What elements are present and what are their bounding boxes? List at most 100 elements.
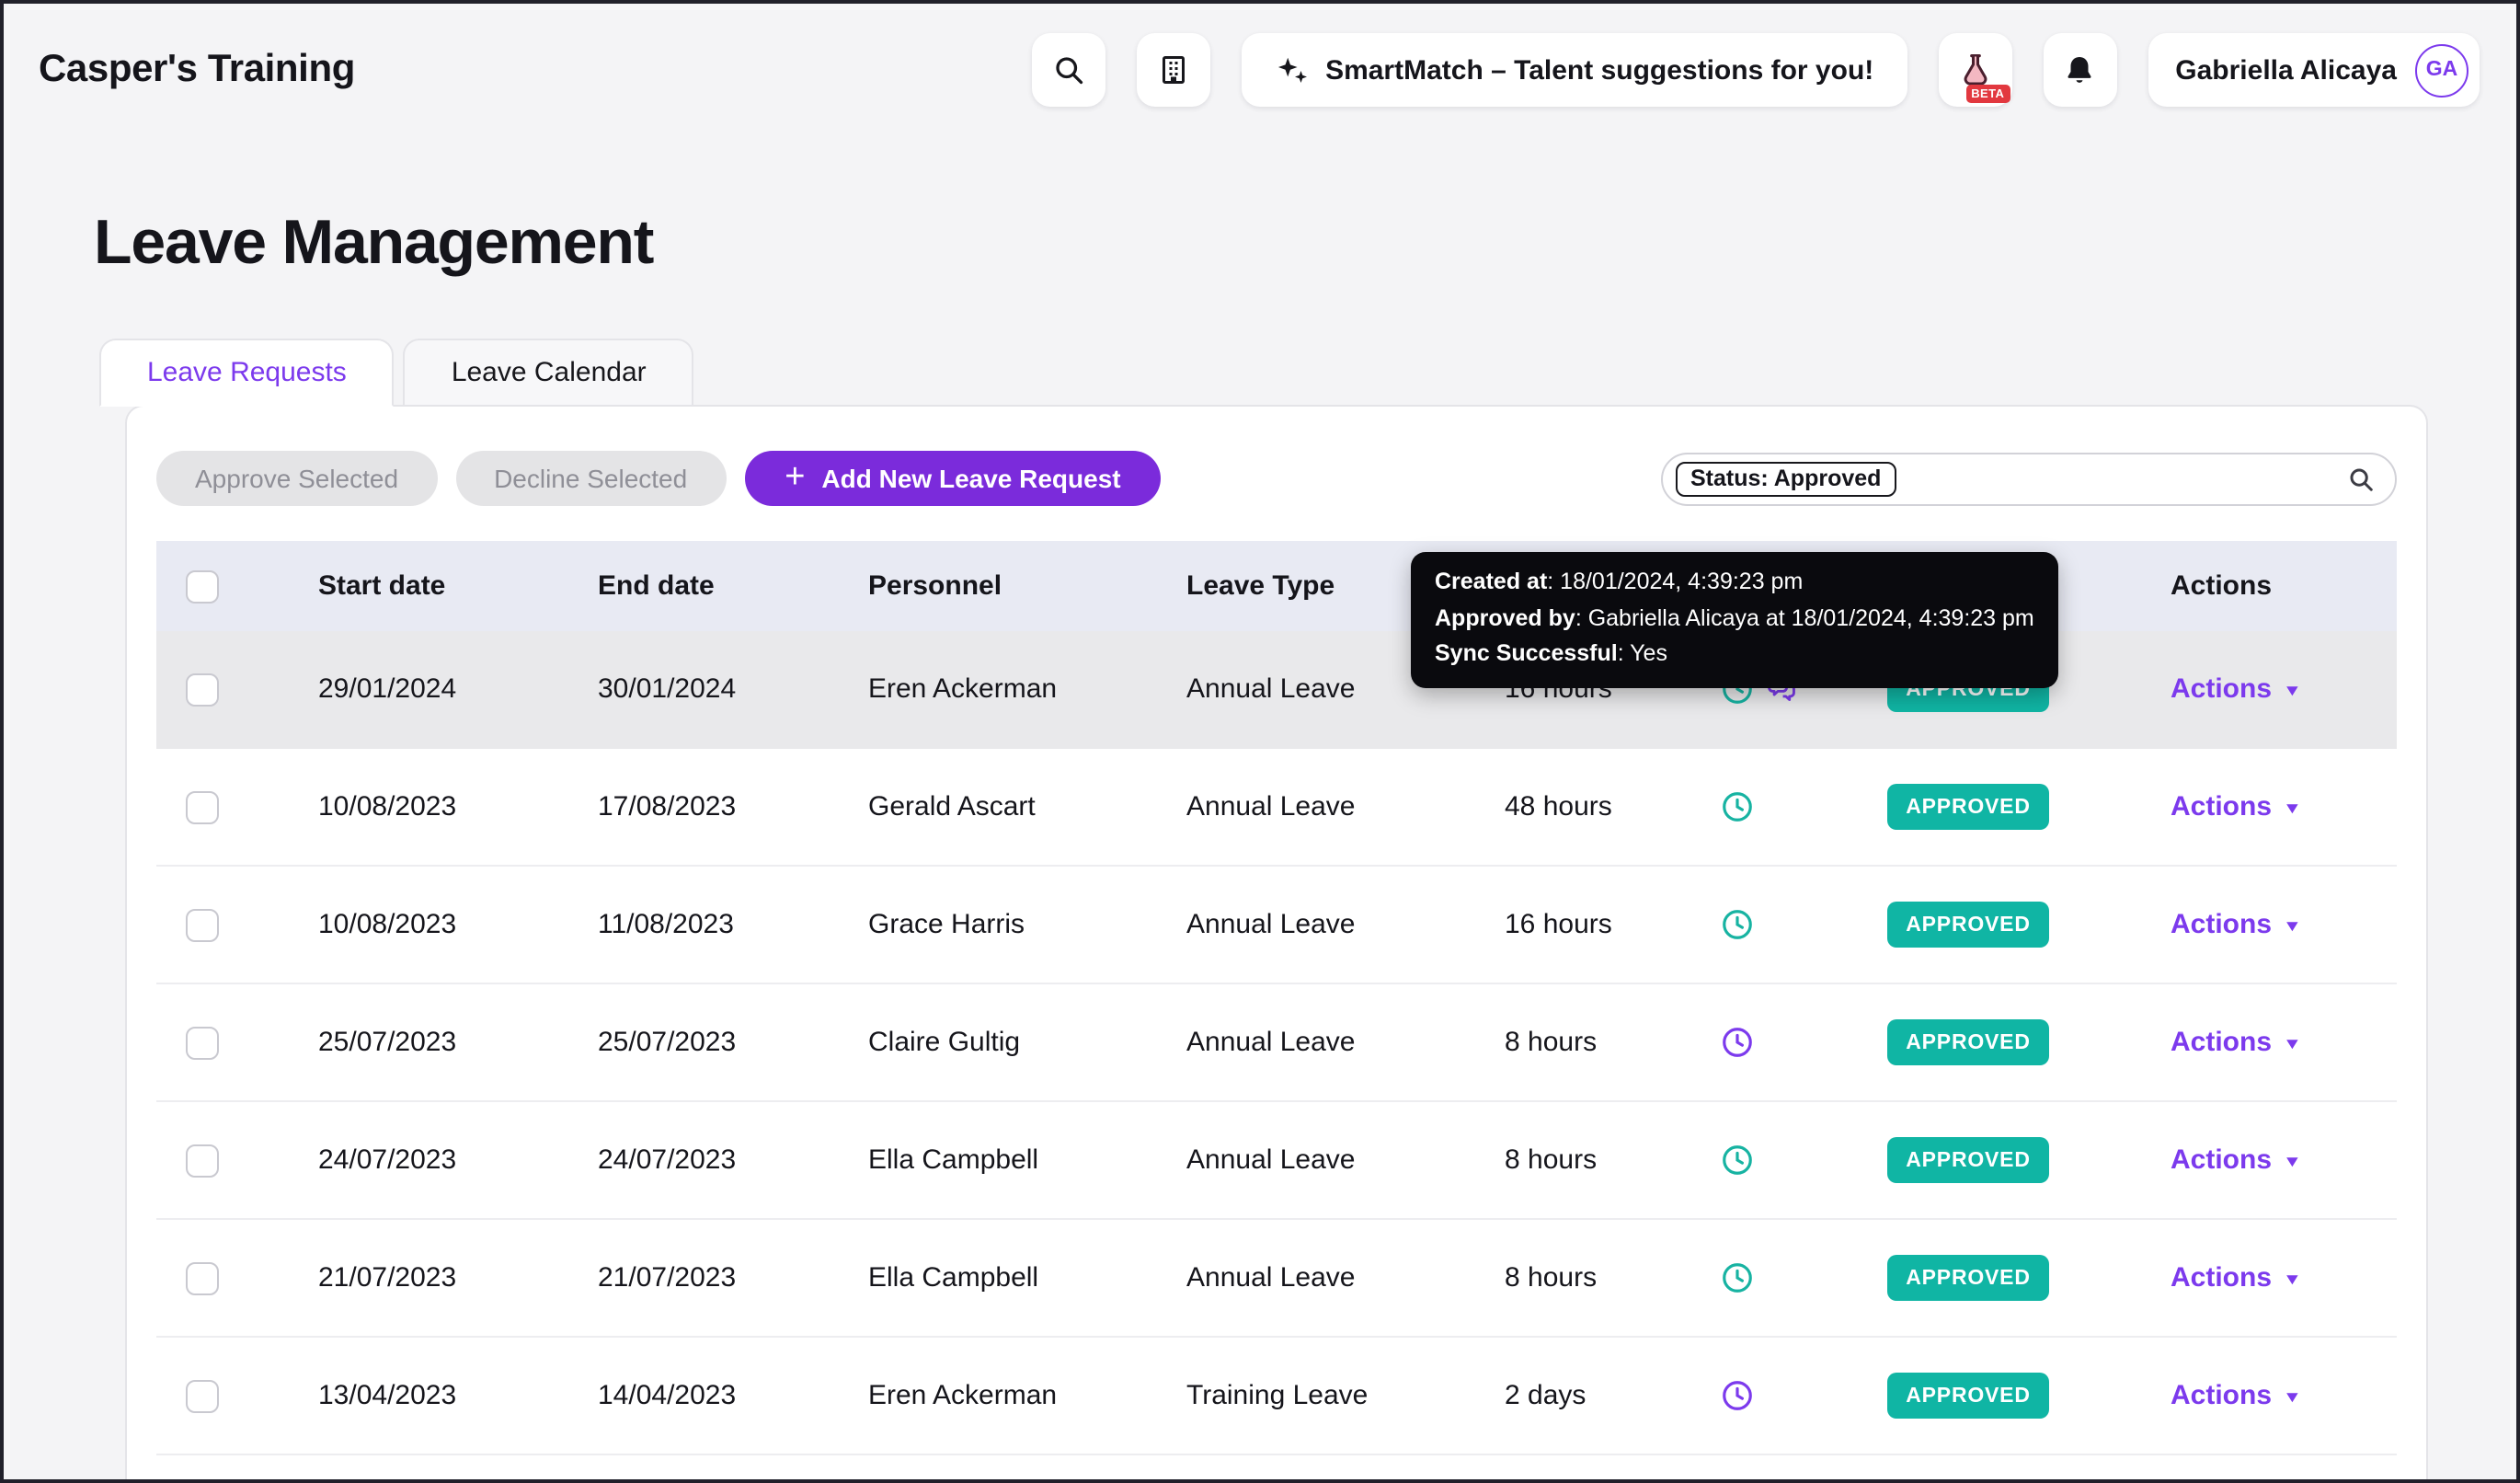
actions-menu-button[interactable]: Actions▼ xyxy=(2171,1027,2300,1058)
tab-bar: Leave Requests Leave Calendar xyxy=(99,339,2516,407)
table-row[interactable]: 10/08/2023 11/08/2023 Grace Harris Annua… xyxy=(156,867,2397,984)
tooltip-approved-label: Approved by xyxy=(1435,604,1575,630)
col-personnel-header: Personnel xyxy=(868,570,1186,602)
beta-badge: BETA xyxy=(1965,85,2010,103)
sync-clock-icon[interactable] xyxy=(1720,789,1755,824)
row-checkbox[interactable] xyxy=(186,1026,219,1059)
approve-selected-button[interactable]: Approve Selected xyxy=(156,451,437,506)
tab-leave-requests[interactable]: Leave Requests xyxy=(99,339,395,407)
status-badge: APPROVED xyxy=(1887,1137,2049,1183)
col-actions-header: Actions xyxy=(2171,570,2397,602)
cell-end-date: 11/08/2023 xyxy=(598,909,868,940)
status-filter-chip[interactable]: Status: Approved xyxy=(1676,461,1896,496)
actions-menu-button[interactable]: Actions▼ xyxy=(2171,1380,2300,1411)
cell-duration: 8 hours xyxy=(1505,1027,1698,1058)
flask-icon xyxy=(1956,52,1993,88)
page-title: Leave Management xyxy=(94,206,2516,280)
add-leave-request-label: Add New Leave Request xyxy=(821,464,1120,493)
cell-duration: 8 hours xyxy=(1505,1144,1698,1176)
cell-leave-type: Annual Leave xyxy=(1186,1262,1505,1293)
main-content: Leave Management Leave Requests Leave Ca… xyxy=(4,206,2516,1483)
chevron-down-icon: ▼ xyxy=(2283,799,2302,817)
cell-start-date: 24/07/2023 xyxy=(318,1144,598,1176)
cell-leave-type: Annual Leave xyxy=(1186,1144,1505,1176)
actions-menu-button[interactable]: Actions▼ xyxy=(2171,909,2300,940)
table-row[interactable]: 21/07/2023 21/07/2023 Ella Campbell Annu… xyxy=(156,1220,2397,1338)
cell-start-date: 25/07/2023 xyxy=(318,1027,598,1058)
sync-clock-icon[interactable] xyxy=(1720,907,1755,942)
cell-start-date: 29/01/2024 xyxy=(318,673,598,705)
cell-personnel: Claire Gultig xyxy=(868,1027,1186,1058)
tooltip-created-value: : 18/01/2024, 4:39:23 pm xyxy=(1547,569,1803,594)
actions-menu-button[interactable]: Actions▼ xyxy=(2171,791,2300,822)
actions-menu-button[interactable]: Actions▼ xyxy=(2171,1262,2300,1293)
sync-clock-icon[interactable] xyxy=(1720,1260,1755,1295)
chevron-down-icon: ▼ xyxy=(2283,1387,2302,1406)
table-row[interactable]: 10/08/2023 17/08/2023 Gerald Ascart Annu… xyxy=(156,749,2397,867)
avatar: GA xyxy=(2415,43,2468,97)
tooltip-sync-label: Sync Successful xyxy=(1435,640,1618,666)
actions-menu-button[interactable]: Actions▼ xyxy=(2171,673,2300,705)
search-button[interactable] xyxy=(1031,33,1105,107)
cell-end-date: 21/07/2023 xyxy=(598,1262,868,1293)
sync-clock-icon[interactable] xyxy=(1720,1143,1755,1178)
status-badge: APPROVED xyxy=(1887,902,2049,948)
tab-leave-calendar[interactable]: Leave Calendar xyxy=(404,339,694,407)
row-checkbox[interactable] xyxy=(186,1379,219,1412)
table-row[interactable]: 25/07/2023 25/07/2023 Claire Gultig Annu… xyxy=(156,984,2397,1102)
add-leave-request-button[interactable]: + Add New Leave Request xyxy=(744,451,1161,506)
tooltip-created-line: Created at: 18/01/2024, 4:39:23 pm xyxy=(1435,565,2034,601)
col-start-date-header: Start date xyxy=(318,570,598,602)
tooltip-approved-value: : Gabriella Alicaya at 18/01/2024, 4:39:… xyxy=(1575,604,2034,630)
filter-search-input[interactable]: Status: Approved xyxy=(1661,452,2397,505)
tooltip-sync-value: : Yes xyxy=(1618,640,1667,666)
cell-duration: 48 hours xyxy=(1505,791,1698,822)
cell-leave-type: Annual Leave xyxy=(1186,791,1505,822)
col-end-date-header: End date xyxy=(598,570,868,602)
sync-clock-icon[interactable] xyxy=(1720,1378,1755,1413)
cell-personnel: Gerald Ascart xyxy=(868,791,1186,822)
cell-duration: 16 hours xyxy=(1505,909,1698,940)
cell-start-date: 13/04/2023 xyxy=(318,1380,598,1411)
sync-status-tooltip: Created at: 18/01/2024, 4:39:23 pm Appro… xyxy=(1411,552,2058,687)
row-checkbox[interactable] xyxy=(186,1261,219,1294)
row-checkbox[interactable] xyxy=(186,790,219,823)
sparkles-icon xyxy=(1274,52,1309,87)
row-checkbox[interactable] xyxy=(186,673,219,706)
status-badge: APPROVED xyxy=(1887,1019,2049,1065)
search-icon xyxy=(1051,53,1084,86)
plus-icon: + xyxy=(785,459,805,494)
smartmatch-button[interactable]: SmartMatch – Talent suggestions for you! xyxy=(1241,33,1907,107)
cell-end-date: 17/08/2023 xyxy=(598,791,868,822)
table-row[interactable]: 13/04/2023 14/04/2023 Eren Ackerman Trai… xyxy=(156,1338,2397,1455)
actions-label: Actions xyxy=(2171,1144,2272,1176)
cell-leave-type: Annual Leave xyxy=(1186,1027,1505,1058)
cell-leave-type: Training Leave xyxy=(1186,1380,1505,1411)
select-all-cell xyxy=(156,569,318,603)
cell-personnel: Eren Ackerman xyxy=(868,673,1186,705)
cell-duration: 8 hours xyxy=(1505,1262,1698,1293)
actions-menu-button[interactable]: Actions ▼ xyxy=(2171,1144,2300,1176)
building-icon xyxy=(1156,53,1189,86)
top-bar-actions: SmartMatch – Talent suggestions for you!… xyxy=(1031,33,2480,107)
app-stage: Casper's Training SmartMatch – Talent su… xyxy=(4,4,2516,1479)
organization-button[interactable] xyxy=(1136,33,1209,107)
cell-end-date: 24/07/2023 xyxy=(598,1144,868,1176)
select-all-checkbox[interactable] xyxy=(186,569,219,603)
chevron-down-icon: ▼ xyxy=(2283,1152,2302,1170)
cell-end-date: 14/04/2023 xyxy=(598,1380,868,1411)
labs-beta-button[interactable]: BETA xyxy=(1938,33,2011,107)
table-toolbar: Approve Selected Decline Selected + Add … xyxy=(156,451,2397,506)
status-badge: APPROVED xyxy=(1887,1373,2049,1419)
table-row[interactable]: 29/01/2024 30/01/2024 Eren Ackerman Annu… xyxy=(156,631,2397,749)
cell-start-date: 10/08/2023 xyxy=(318,909,598,940)
leave-requests-panel: Approve Selected Decline Selected + Add … xyxy=(125,405,2428,1483)
decline-selected-button[interactable]: Decline Selected xyxy=(455,451,726,506)
user-name: Gabriella Alicaya xyxy=(2175,54,2397,86)
row-checkbox[interactable] xyxy=(186,908,219,941)
row-checkbox[interactable] xyxy=(186,1144,219,1177)
notifications-button[interactable] xyxy=(2043,33,2116,107)
sync-clock-icon[interactable] xyxy=(1720,1025,1755,1060)
user-menu[interactable]: Gabriella Alicaya GA xyxy=(2148,33,2480,107)
table-row[interactable]: 24/07/2023 24/07/2023 Ella Campbell Annu… xyxy=(156,1102,2397,1220)
